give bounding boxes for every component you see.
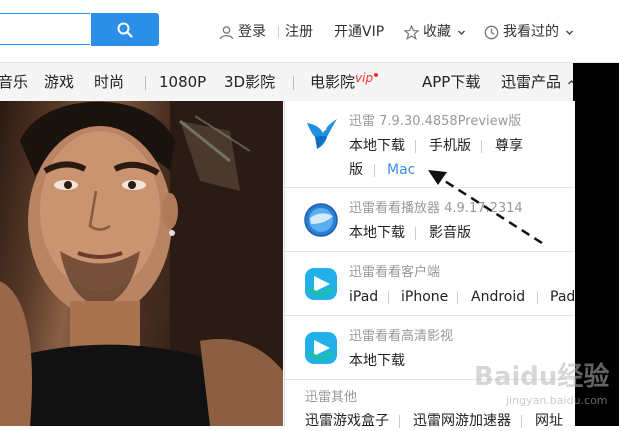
vip-link[interactable]: 开通VIP [334,22,384,42]
product-title: 迅雷看看高清影视 [349,329,454,344]
nav-item-cinema[interactable]: 电影院vip [310,71,379,92]
link-divider [415,227,416,240]
nav-item-thunder-products[interactable]: 迅雷产品 [501,72,576,92]
history-menu[interactable]: 我看过的 [484,22,574,42]
kankan-client-icon [305,268,337,300]
product-title: 迅雷看看播放器 4.9.17.2314 [349,201,523,216]
kankan-player-icon [304,203,338,237]
section-title: 迅雷其他 [305,390,358,405]
user-icon [219,25,234,39]
login-link[interactable]: 登录 [219,22,266,42]
search-icon [117,22,133,38]
nav-item-3d-cinema[interactable]: 3D影院 [224,72,275,92]
vip-dot [374,73,379,77]
android-link[interactable]: Android [471,287,525,307]
media-version-link[interactable]: 影音版 [429,223,471,243]
game-box-link[interactable]: 迅雷游戏盒子 [305,411,389,431]
product-kankan-player: 迅雷看看播放器 4.9.17.2314 本地下载 影音版 [285,188,575,252]
iphone-link[interactable]: iPhone [401,287,448,307]
game-accelerator-link[interactable]: 迅雷网游加速器 [413,411,511,431]
ipad-link[interactable]: iPad [349,287,378,307]
link-divider [388,291,389,304]
banner-photo[interactable] [0,101,283,426]
nav-item-games[interactable]: 游戏 [44,72,74,92]
nav-item-fashion[interactable]: 时尚 [94,72,124,92]
product-kankan-client: 迅雷看看客户端 iPad iPhone Android Pad [285,252,575,316]
local-download-link[interactable]: 本地下载 [349,351,405,371]
category-nav: 音乐 游戏 时尚 1080P 3D影院 电影院vip APP下载 迅雷产品 [0,63,619,101]
product-thunder: 迅雷 7.9.30.4858Preview版 本地下载 手机版 尊享 版 Mac [285,101,575,188]
clock-icon [484,25,499,39]
register-link[interactable]: 注册 [285,22,313,42]
watermark-logo: Baidu经验 [474,362,610,392]
link-divider [399,415,400,428]
product-title: 迅雷 7.9.30.4858Preview版 [349,114,522,129]
search-button[interactable] [91,13,159,46]
chevron-down-icon [566,30,574,35]
watermark-url: jingyan.baidu.com [506,394,608,407]
local-download-link[interactable]: 本地下载 [349,136,405,156]
chevron-down-icon [458,30,466,35]
banner-figure [0,101,283,426]
nav-divider [293,76,294,90]
website-link[interactable]: 网址 [535,411,563,431]
link-divider [415,140,416,153]
top-bar: 登录 注册 开通VIP 收藏 我看过的 [0,0,619,63]
product-title: 迅雷看看客户端 [349,265,441,280]
mobile-version-link[interactable]: 手机版 [429,136,471,156]
local-download-link[interactable]: 本地下载 [349,223,405,243]
kankan-hd-icon [305,332,337,364]
thunder-bird-icon [307,119,337,149]
favorites-menu[interactable]: 收藏 [404,22,466,42]
star-icon [404,24,419,40]
premium-version-link[interactable]: 尊享 [495,136,523,156]
search-input[interactable] [0,13,90,45]
background-dark [573,63,619,101]
android-pad-link[interactable]: Pad [550,287,575,307]
link-divider [457,291,458,304]
nav-item-music[interactable]: 音乐 [0,72,28,92]
link-divider [374,164,375,177]
nav-item-1080p[interactable]: 1080P [159,72,206,92]
divider [278,26,279,38]
link-divider [537,291,538,304]
mac-version-link[interactable]: Mac [387,160,415,180]
nav-item-app-download[interactable]: APP下载 [422,72,480,92]
nav-divider [145,76,146,90]
link-divider [481,140,482,153]
link-divider [521,415,522,428]
vip-badge: vip [355,71,374,85]
premium-version-link-cont[interactable]: 版 [349,160,363,180]
